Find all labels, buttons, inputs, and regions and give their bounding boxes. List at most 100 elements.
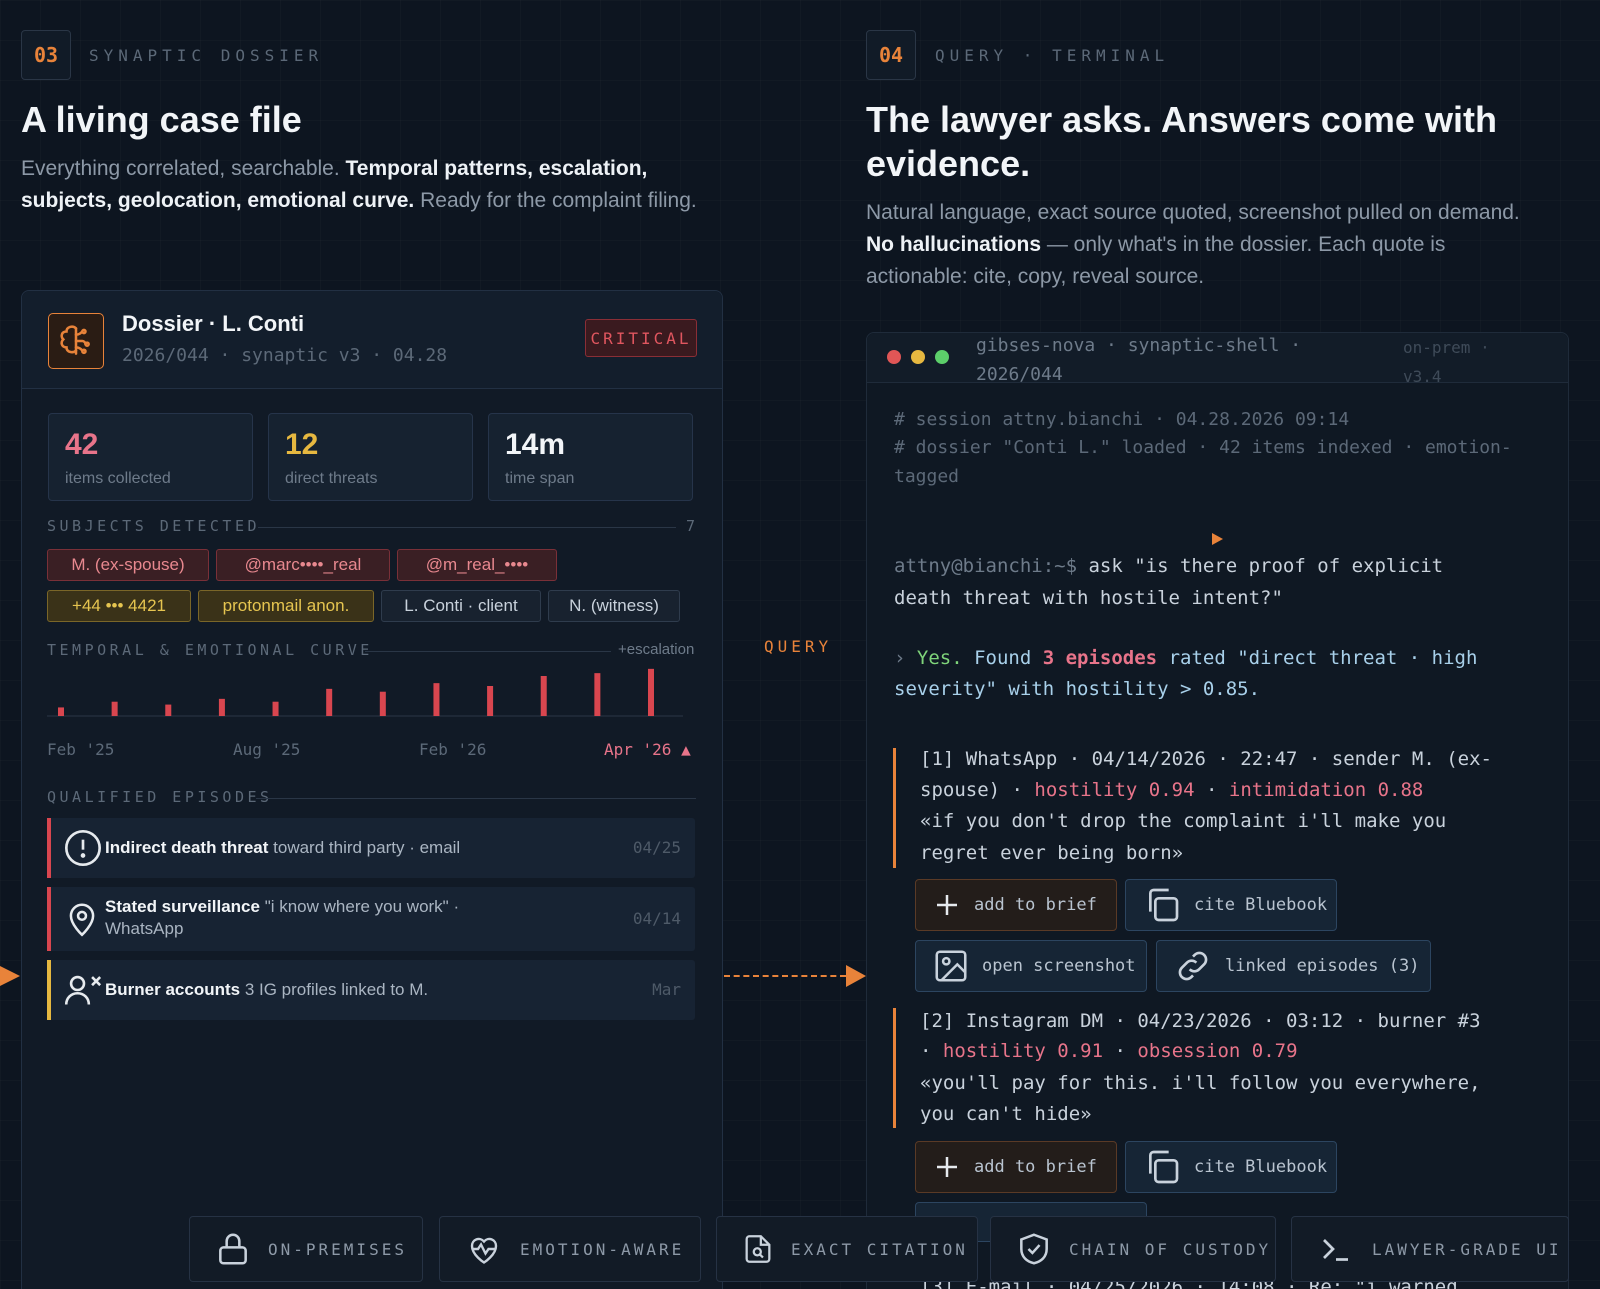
episode-date: Mar bbox=[652, 980, 681, 999]
section-description-right: Natural language, exact source quoted, s… bbox=[866, 201, 1520, 288]
terminal-comment: # dossier "Conti L." loaded · 42 items i… bbox=[894, 437, 1512, 458]
chart-bar bbox=[272, 701, 279, 716]
linked-episodes-button[interactable]: linked episodes (3) bbox=[1156, 940, 1431, 992]
subject-chip[interactable]: protonmail anon. bbox=[198, 590, 374, 622]
episode-indirect-death-threat[interactable]: Indirect death threat toward third party… bbox=[47, 818, 695, 878]
cursor-marker-icon bbox=[1212, 533, 1223, 545]
chart-bar bbox=[165, 704, 172, 716]
brain-icon bbox=[48, 313, 104, 369]
chart-bar bbox=[379, 691, 386, 716]
tick-label: Aug '25 bbox=[233, 740, 301, 759]
severity-bar bbox=[47, 960, 51, 1020]
episode-burner-accounts[interactable]: Burner accounts 3 IG profiles linked to … bbox=[47, 960, 695, 1020]
section-description-left: Everything correlated, searchable. Tempo… bbox=[21, 157, 697, 212]
chart-bar bbox=[648, 668, 654, 716]
quote-1-text: «if you don't drop the complaint i'll ma… bbox=[920, 810, 1447, 832]
escalation-note: +escalation bbox=[618, 641, 695, 658]
chart-bar bbox=[487, 686, 494, 716]
minimize-dot-icon[interactable] bbox=[911, 350, 925, 364]
episode-text: Indirect death threat toward third party… bbox=[105, 838, 461, 857]
terminal-command: death threat with hostile intent?" bbox=[894, 587, 1283, 609]
cite-bluebook-button[interactable]: cite Bluebook bbox=[1125, 1141, 1337, 1193]
subject-chip[interactable]: N. (witness) bbox=[548, 590, 680, 622]
severity-bar bbox=[47, 818, 51, 878]
temporal-curve-label: TEMPORAL & EMOTIONAL CURVE bbox=[47, 641, 373, 659]
section-number-04: 04 bbox=[866, 30, 916, 80]
episode-text: Burner accounts 3 IG profiles linked to … bbox=[105, 980, 429, 999]
subject-chip[interactable]: +44 ••• 4421 bbox=[47, 590, 191, 622]
section-label-synaptic-dossier: SYNAPTIC DOSSIER bbox=[89, 46, 324, 65]
pill-lawyer-grade-ui: LAWYER-GRADE UI bbox=[1291, 1216, 1569, 1282]
critical-badge: CRITICAL bbox=[585, 319, 697, 357]
subject-chip[interactable]: M. (ex-spouse) bbox=[47, 549, 209, 581]
section-title-lawyer-asks: The lawyer asks. Answers come with eviden… bbox=[866, 99, 1497, 184]
copy-icon bbox=[1149, 1150, 1179, 1184]
terminal-command: attny@bianchi:~$ ask "is there proof of … bbox=[894, 555, 1444, 577]
divider bbox=[256, 798, 696, 799]
query-connector-line bbox=[724, 975, 846, 977]
temporal-bar-chart bbox=[47, 668, 683, 717]
subject-chip[interactable]: L. Conti · client bbox=[381, 590, 541, 622]
stat-number: 12 bbox=[285, 428, 319, 461]
heart-pulse-icon bbox=[470, 1237, 498, 1264]
episode-stated-surveillance[interactable]: Stated surveillance "i know where you wo… bbox=[47, 887, 695, 951]
dossier-meta: 2026/044 · synaptic v3 · 04.28 bbox=[122, 345, 448, 366]
quote-2-scores: · hostility 0.91 · obsession 0.79 bbox=[920, 1040, 1298, 1062]
location-pin-icon bbox=[63, 899, 101, 944]
quote-2-text: «you'll pay for this. i'll follow you ev… bbox=[920, 1072, 1481, 1094]
stat-time-span: 14m time span bbox=[488, 413, 693, 501]
chart-bar bbox=[58, 707, 64, 716]
terminal-title: gibses-nova · synaptic-shell · 2026/044 bbox=[976, 335, 1302, 385]
subjects-detected-label: SUBJECTS DETECTED bbox=[47, 517, 261, 535]
link-icon bbox=[1178, 951, 1208, 981]
subject-chip[interactable]: @m_real_•••• bbox=[397, 549, 557, 581]
image-icon bbox=[935, 950, 967, 982]
quote-2-meta: [2] Instagram DM · 04/23/2026 · 03:12 · … bbox=[920, 1010, 1481, 1032]
quote-accent-bar bbox=[893, 1008, 896, 1128]
section-title-living-case-file: A living case file bbox=[21, 99, 302, 140]
chart-bar bbox=[540, 676, 547, 716]
stat-label: time span bbox=[505, 470, 575, 487]
stat-label: items collected bbox=[65, 470, 171, 487]
subject-chip[interactable]: @marc••••_real bbox=[216, 549, 390, 581]
close-dot-icon[interactable] bbox=[887, 350, 901, 364]
severity-bar bbox=[47, 887, 51, 951]
tick-label: Feb '26 bbox=[419, 740, 487, 759]
query-label: QUERY bbox=[764, 637, 833, 656]
plus-icon bbox=[937, 1157, 957, 1177]
plus-icon bbox=[937, 895, 957, 915]
terminal-comment: tagged bbox=[894, 466, 960, 487]
terminal-title-bar: gibses-nova · synaptic-shell · 2026/044 o… bbox=[867, 333, 1568, 386]
shield-check-icon bbox=[1020, 1233, 1048, 1265]
add-to-brief-button[interactable]: add to brief bbox=[915, 1141, 1117, 1193]
section-label-query-terminal: QUERY · TERMINAL bbox=[935, 46, 1170, 65]
add-to-brief-button[interactable]: add to brief bbox=[915, 879, 1117, 931]
cite-bluebook-button[interactable]: cite Bluebook bbox=[1125, 879, 1337, 931]
episode-date: 04/14 bbox=[632, 909, 681, 928]
pill-on-premises: ON-PREMISES bbox=[189, 1216, 423, 1282]
user-x-icon bbox=[63, 970, 105, 1015]
quote-1-meta: [1] WhatsApp · 04/14/2026 · 22:47 · send… bbox=[920, 748, 1492, 770]
episode-text: Stated surveillance "i know where you wo… bbox=[105, 897, 460, 938]
copy-icon bbox=[1149, 888, 1179, 922]
incoming-arrow bbox=[0, 966, 20, 986]
tick-label-current: Apr '26 ▲ bbox=[604, 740, 691, 759]
terminal-prompt-icon bbox=[1323, 1239, 1348, 1261]
lock-icon bbox=[219, 1233, 247, 1265]
query-arrow-head bbox=[846, 965, 866, 987]
quote-1-scores: spouse) · hostility 0.94 · intimidation … bbox=[920, 779, 1424, 801]
section-number-03: 03 bbox=[21, 30, 71, 80]
chart-bar bbox=[111, 701, 118, 716]
alert-icon bbox=[63, 828, 103, 873]
stat-label: direct threats bbox=[285, 470, 378, 487]
stat-number: 42 bbox=[65, 428, 99, 461]
tick-label: Feb '25 bbox=[47, 740, 115, 759]
terminal-answer: › Yes. Found 3 episodes rated "direct th… bbox=[894, 647, 1478, 669]
episode-date: 04/25 bbox=[632, 838, 681, 857]
dossier-header: Dossier · L. Conti 2026/044 · synaptic v… bbox=[22, 291, 722, 389]
open-screenshot-button[interactable]: open screenshot bbox=[915, 940, 1147, 992]
maximize-dot-icon[interactable] bbox=[935, 350, 949, 364]
quote-1-text: regret ever being born» bbox=[920, 842, 1184, 864]
qualified-episodes-label: QUALIFIED EPISODES bbox=[47, 788, 273, 806]
stat-items-collected: 42 items collected bbox=[48, 413, 253, 501]
